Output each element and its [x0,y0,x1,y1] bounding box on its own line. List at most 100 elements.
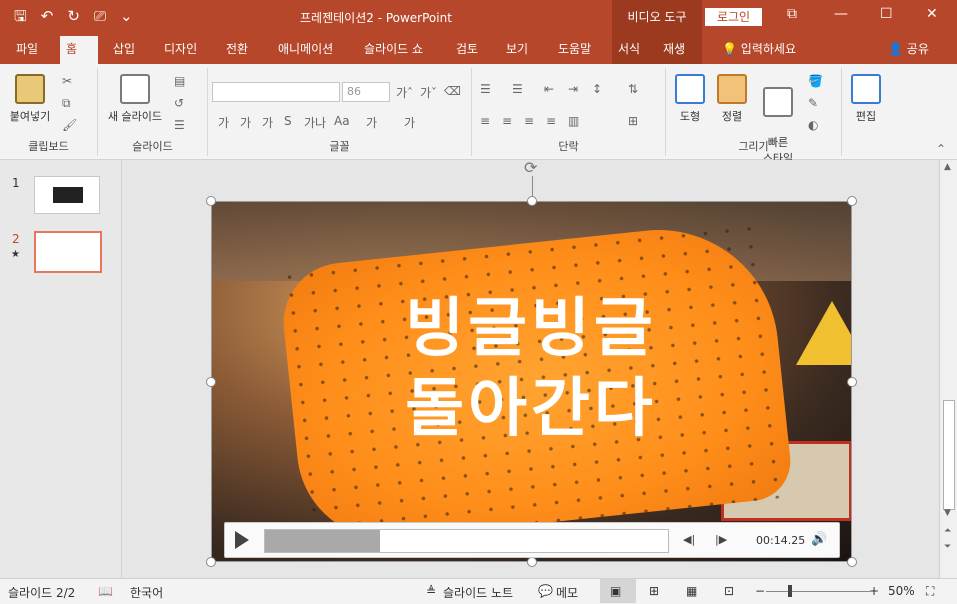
zoom-slider-knob[interactable] [788,585,792,597]
strikethrough-icon[interactable]: 가나 [304,114,326,131]
tab-design[interactable]: 디자인 [158,34,203,64]
tab-review[interactable]: 검토 [450,34,484,64]
seek-bar[interactable] [264,529,669,553]
paste-button[interactable]: 붙여넣기 [4,74,56,124]
login-button[interactable]: 로그인 [705,8,762,26]
shrink-font-icon[interactable]: 가ˇ [420,84,437,101]
align-right-icon[interactable]: ≡ [524,114,534,128]
resize-handle-l[interactable] [206,377,216,387]
scroll-up-icon[interactable]: ▲ [944,162,951,172]
maximize-icon[interactable]: ☐ [880,6,893,22]
shadow-icon[interactable]: S [284,114,292,128]
tab-home[interactable]: 홈 [60,36,98,64]
skip-forward-icon[interactable]: |▶ [715,533,727,546]
customize-icon[interactable]: ⌄ [120,6,133,26]
align-center-icon[interactable]: ≡ [502,114,512,128]
close-icon[interactable]: ✕ [926,6,938,22]
resize-handle-bl[interactable] [206,557,216,567]
smartart-icon[interactable]: ⊞ [628,114,638,128]
vertical-scrollbar[interactable]: ▲ ▼ ⏶ ⏷ [939,160,957,578]
fit-slide-icon[interactable]: ⛶ [926,584,934,599]
font-name-combo[interactable] [212,82,340,102]
numbering-icon[interactable]: ☰ [512,82,523,96]
present-icon[interactable]: ⎚ [94,6,106,26]
copy-icon[interactable]: ⧉ [62,96,71,111]
zoom-out-icon[interactable]: − [755,584,765,598]
previous-slide-icon[interactable]: ⏶ [944,526,951,536]
tab-insert[interactable]: 삽입 [107,34,141,64]
zoom-level[interactable]: 50% [888,584,915,598]
resize-handle-r[interactable] [847,377,857,387]
bold-icon[interactable]: 가 [218,114,229,131]
language-indicator[interactable]: 한국어 [130,584,163,601]
editing-button[interactable]: 편집 [846,74,886,124]
collapse-ribbon-icon[interactable]: ⌃ [936,142,946,156]
tab-animations[interactable]: 애니메이션 [272,34,339,64]
notes-button[interactable]: 슬라이드 노트 [443,584,513,601]
resize-handle-tl[interactable] [206,196,216,206]
next-slide-icon[interactable]: ⏷ [944,542,951,552]
section-icon[interactable]: ☰ [174,118,185,132]
decrease-indent-icon[interactable]: ⇤ [544,82,554,96]
minimize-icon[interactable]: — [834,6,848,22]
comments-button[interactable]: 메모 [556,584,578,601]
format-painter-icon[interactable]: 🖌 [62,118,77,132]
zoom-slider[interactable] [766,591,870,592]
shape-fill-icon[interactable]: 🪣 [808,74,823,88]
tell-me-box[interactable]: 💡 입력하세요 [722,34,796,64]
justify-icon[interactable]: ≡ [546,114,556,128]
align-left-icon[interactable]: ≡ [480,114,490,128]
clear-format-icon[interactable]: ⌫ [444,84,461,98]
play-icon[interactable] [235,531,249,549]
undo-icon[interactable]: ↶ [41,6,54,26]
redo-icon[interactable]: ↻ [67,6,80,26]
slideshow-icon[interactable]: ⊡ [724,584,734,598]
spacing-icon[interactable]: Aa [334,114,350,128]
resize-handle-tr[interactable] [847,196,857,206]
reading-view-icon[interactable]: ▦ [686,584,697,598]
new-slide-button[interactable]: 새 슬라이드 [102,74,168,124]
tab-help[interactable]: 도움말 [552,34,597,64]
tab-file[interactable]: 파일 [10,34,44,64]
slide-thumbnail-2[interactable] [34,231,102,273]
tab-playback[interactable]: 재생 [657,34,702,64]
italic-icon[interactable]: 가 [240,114,251,131]
rotate-handle-icon[interactable]: ⟳ [524,158,537,177]
layout-icon[interactable]: ▤ [174,74,185,88]
resize-handle-br[interactable] [847,557,857,567]
change-case-icon[interactable]: 가 [366,114,377,131]
line-spacing-icon[interactable]: ↕ [592,82,602,96]
scroll-down-icon[interactable]: ▼ [944,508,951,518]
tab-slideshow[interactable]: 슬라이드 쇼 [358,34,429,64]
font-size-combo[interactable]: 86 [342,82,390,102]
bullets-icon[interactable]: ☰ [480,82,491,96]
increase-indent-icon[interactable]: ⇥ [568,82,578,96]
text-direction-icon[interactable]: ⇅ [628,82,638,96]
share-button[interactable]: 👤 공유 [888,34,929,64]
resize-handle-t[interactable] [527,196,537,206]
tab-view[interactable]: 보기 [500,34,534,64]
slide-thumbnail-1[interactable] [34,176,100,214]
arrange-button[interactable]: 정렬 [712,74,752,124]
save-icon[interactable]: 🖫 [14,6,27,26]
shape-effects-icon[interactable]: ◐ [808,118,818,132]
shape-outline-icon[interactable]: ✎ [808,96,818,110]
cut-icon[interactable]: ✂ [62,74,72,88]
ribbon-display-icon[interactable]: ⧉ [787,6,797,22]
resize-handle-b[interactable] [527,557,537,567]
font-color-icon[interactable]: 가 [404,114,415,131]
spellcheck-icon[interactable]: 📖 [98,584,113,598]
scroll-thumb[interactable] [943,400,955,510]
skip-back-icon[interactable]: ◀| [683,533,695,546]
columns-icon[interactable]: ▥ [568,114,579,128]
slide-sorter-icon[interactable]: ⊞ [649,584,659,598]
volume-icon[interactable]: 🔊 [811,532,827,547]
tab-format[interactable]: 서식 [612,34,657,64]
reset-icon[interactable]: ↺ [174,96,184,110]
slides-group-label: 슬라이드 [132,140,173,153]
shapes-button[interactable]: 도형 [670,74,710,124]
tab-transitions[interactable]: 전환 [220,34,254,64]
grow-font-icon[interactable]: 가ˆ [396,84,413,101]
underline-icon[interactable]: 가 [262,114,273,131]
zoom-in-icon[interactable]: + [869,584,879,598]
